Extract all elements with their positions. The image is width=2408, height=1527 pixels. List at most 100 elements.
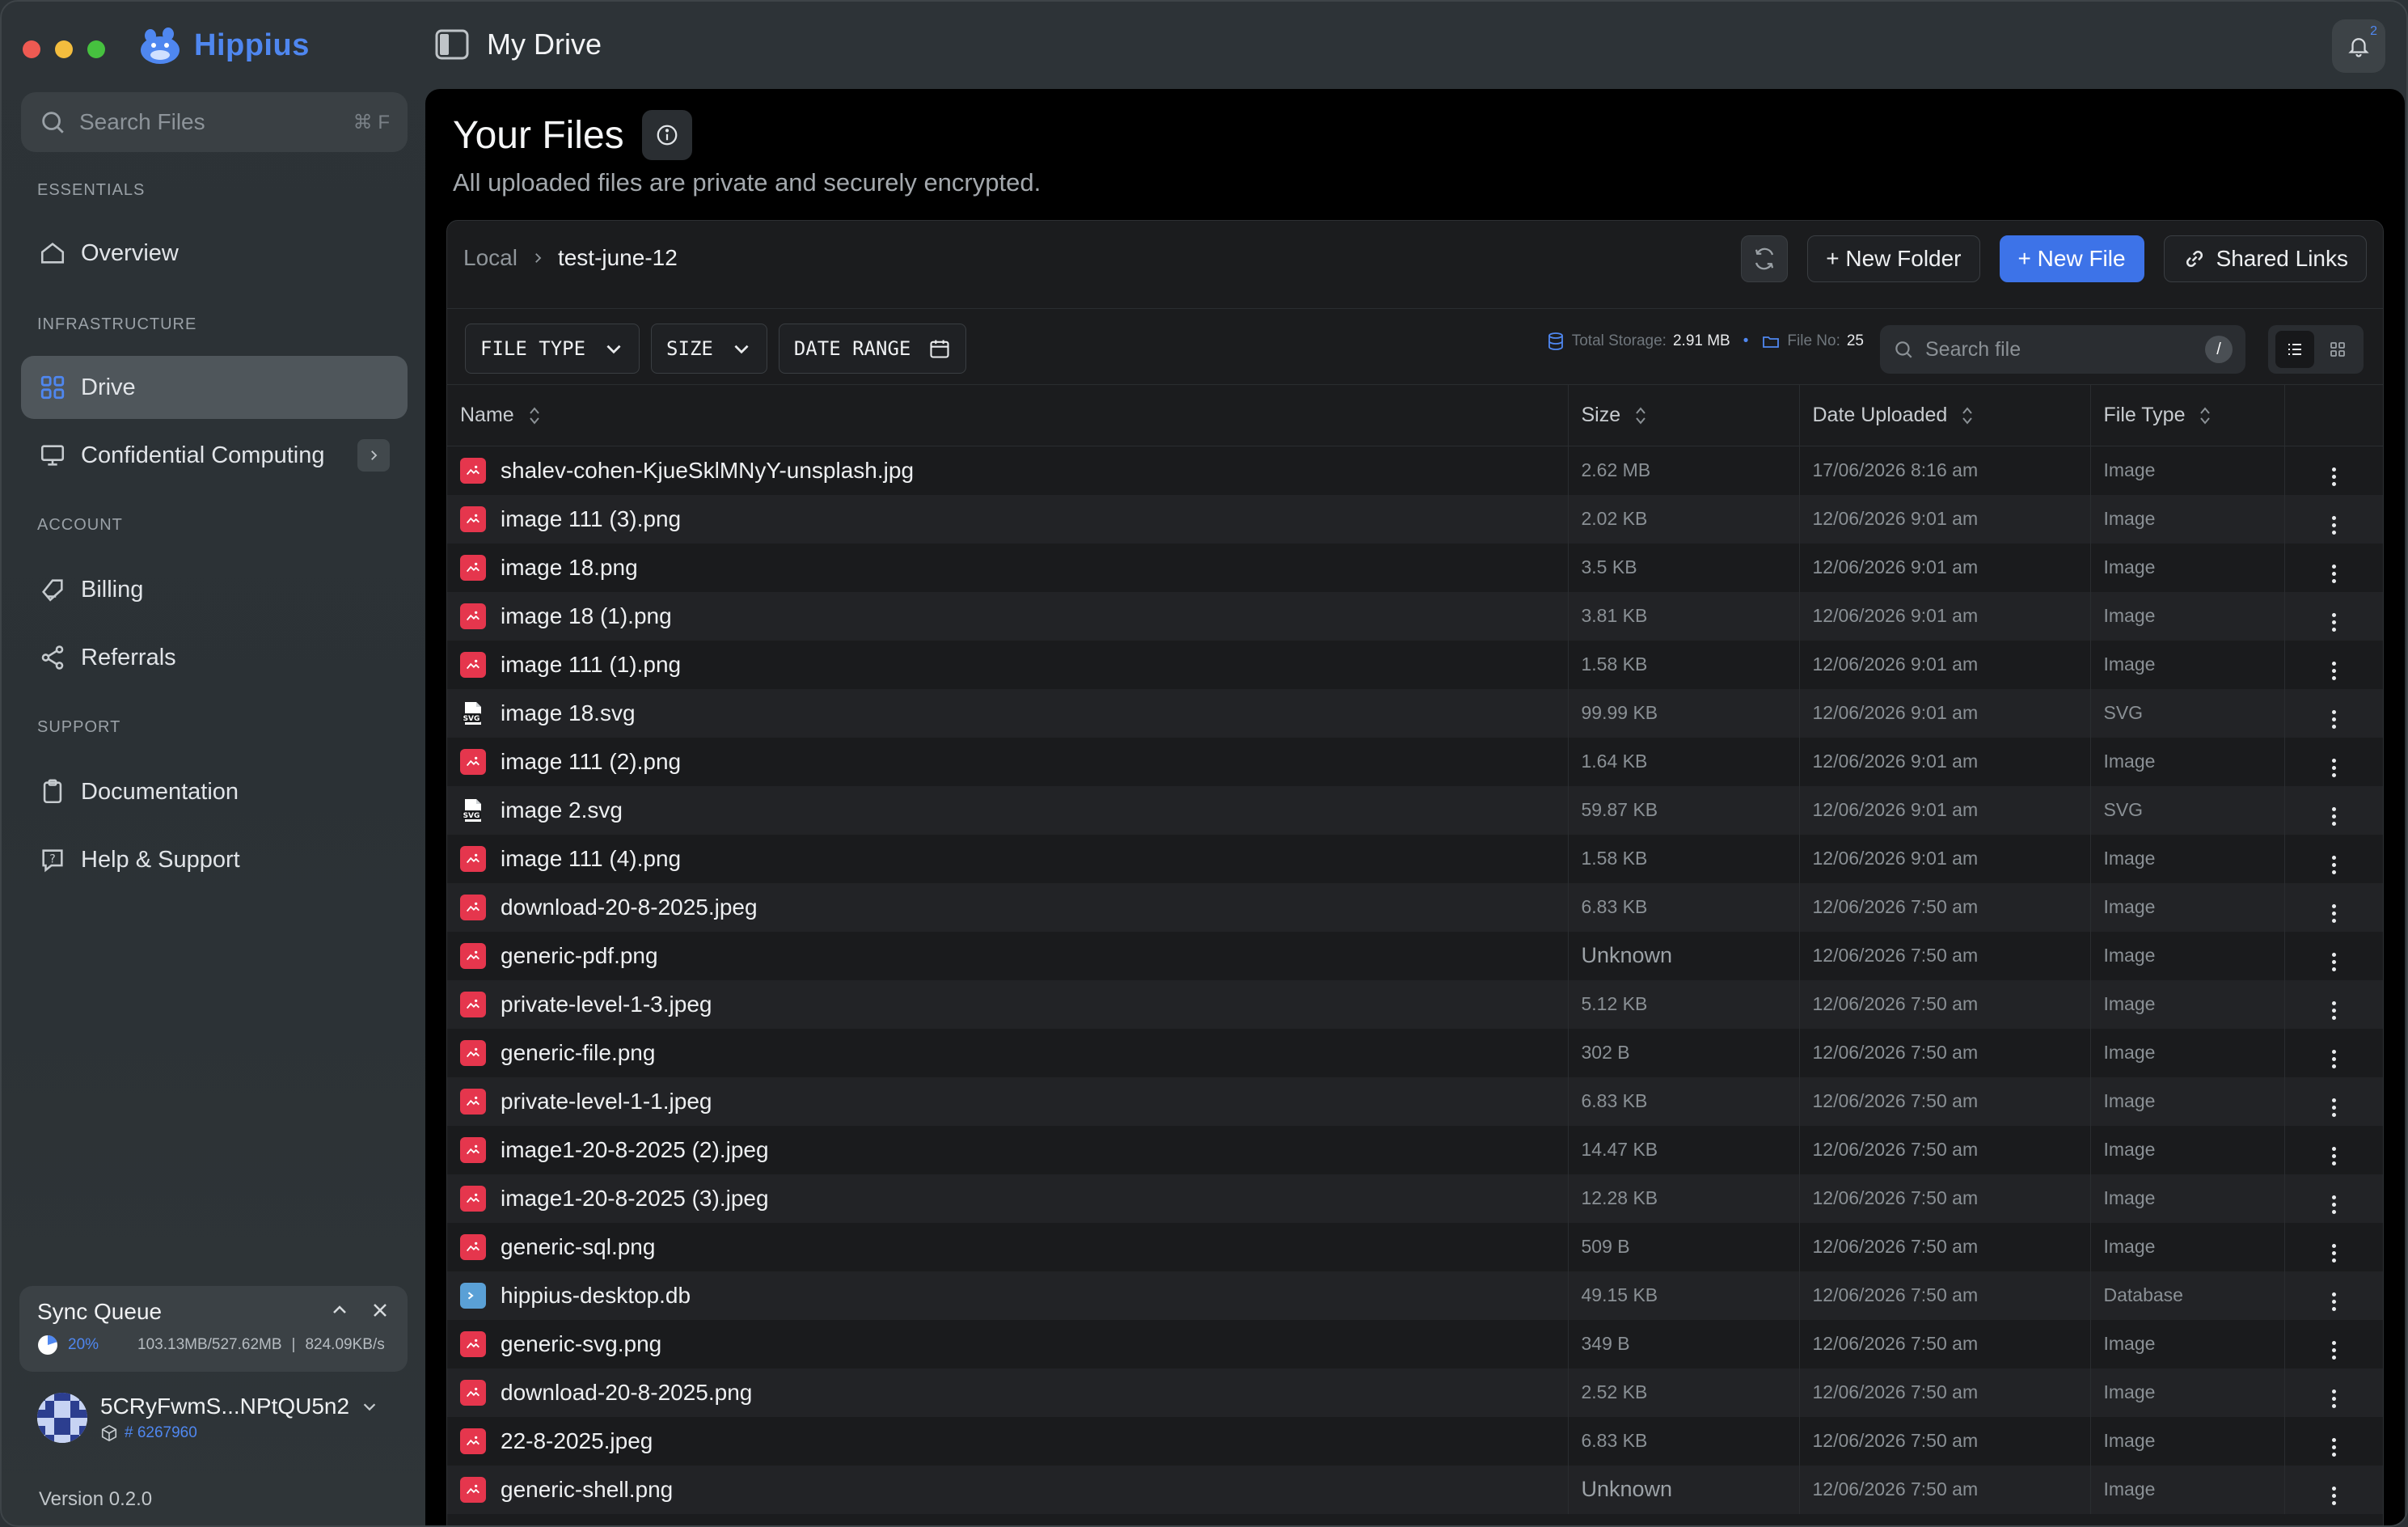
more-options-icon[interactable]: [2331, 953, 2336, 971]
file-name-cell[interactable]: generic-file.png: [447, 1028, 1569, 1077]
table-row[interactable]: image 111 (2).png 1.64 KB 12/06/2026 9:01 …: [447, 737, 2383, 786]
file-name-cell[interactable]: download-20-8-2025.jpeg: [447, 882, 1569, 932]
table-row[interactable]: image 111 (1).png 1.58 KB 12/06/2026 9:01 …: [447, 640, 2383, 689]
file-name-cell[interactable]: generic-pdf.png: [447, 931, 1569, 980]
table-row[interactable]: image1-20-8-2025 (2).jpeg 14.47 KB 12/06/2…: [447, 1125, 2383, 1174]
more-options-icon[interactable]: [2331, 1195, 2336, 1214]
minimize-window-button[interactable]: [55, 40, 73, 58]
maximize-window-button[interactable]: [87, 40, 105, 58]
brand[interactable]: Hippius: [136, 24, 310, 66]
more-options-icon[interactable]: [2331, 1001, 2336, 1020]
file-name-cell[interactable]: generic-shell.png: [447, 1465, 1569, 1514]
table-row[interactable]: image 18 (1).png 3.81 KB 12/06/2026 9:01 a…: [447, 591, 2383, 641]
sidebar-item-referrals[interactable]: Referrals: [21, 626, 408, 689]
file-name-cell[interactable]: image1-20-8-2025 (2).jpeg: [447, 1125, 1569, 1174]
table-row[interactable]: hippius-desktop.db 49.15 KB 12/06/2026 7:5…: [447, 1271, 2383, 1320]
file-name-cell[interactable]: generic-sql.png: [447, 1222, 1569, 1271]
table-row[interactable]: SVG image 2.svg 59.87 KB 12/06/2026 9:01 am…: [447, 785, 2383, 835]
new-file-button[interactable]: + New File: [1999, 235, 2144, 282]
more-options-icon[interactable]: [2331, 565, 2336, 583]
chevron-up-icon[interactable]: [330, 1301, 349, 1320]
table-row[interactable]: generic-pdf.png Unknown 12/06/2026 7:50 am…: [447, 931, 2383, 980]
breadcrumb-current-folder[interactable]: test-june-12: [558, 245, 678, 271]
file-name-cell[interactable]: image1-20-8-2025 (3).jpeg: [447, 1174, 1569, 1223]
grid-view-button[interactable]: [2318, 331, 2357, 368]
file-name-cell[interactable]: private-level-1-3.jpeg: [447, 979, 1569, 1029]
table-row[interactable]: private-level-1-1.jpeg 6.83 KB 12/06/2026 …: [447, 1077, 2383, 1126]
breadcrumb-local[interactable]: Local: [463, 245, 518, 271]
more-options-icon[interactable]: [2331, 1390, 2336, 1408]
info-button[interactable]: [642, 110, 692, 160]
table-row[interactable]: private-level-1-3.jpeg 5.12 KB 12/06/2026 …: [447, 979, 2383, 1029]
shared-links-button[interactable]: Shared Links: [2163, 235, 2367, 282]
table-row[interactable]: download-20-8-2025.png 2.52 KB 12/06/2026 …: [447, 1368, 2383, 1417]
sidebar-item-help-support[interactable]: ? Help & Support: [21, 828, 408, 891]
sidebar-item-documentation[interactable]: Documentation: [21, 760, 408, 823]
more-options-icon[interactable]: [2331, 1050, 2336, 1068]
table-row[interactable]: generic-svg.png 349 B 12/06/2026 7:50 am Im…: [447, 1319, 2383, 1368]
file-name-cell[interactable]: image 111 (4).png: [447, 834, 1569, 883]
file-name-cell[interactable]: SVG image 2.svg: [447, 785, 1569, 835]
date-range-filter[interactable]: DATE RANGE: [778, 324, 967, 374]
file-name-cell[interactable]: shalev-cohen-KjueSklMNyY-unsplash.jpg: [447, 446, 1569, 495]
file-name-cell[interactable]: image 111 (3).png: [447, 494, 1569, 544]
column-header-date-uploaded[interactable]: Date Uploaded: [1799, 384, 2091, 446]
sync-queue-panel[interactable]: Sync Queue 20% 103.13MB/527.62MB | 824.0…: [19, 1286, 408, 1372]
file-type-filter[interactable]: FILE TYPE: [465, 324, 640, 374]
sidebar-toggle-icon[interactable]: [435, 29, 469, 60]
sidebar-item-billing[interactable]: Billing: [21, 558, 408, 621]
file-name-cell[interactable]: image 18 (1).png: [447, 591, 1569, 641]
list-view-button[interactable]: [2275, 331, 2314, 368]
sync-button[interactable]: [1741, 235, 1789, 282]
table-row[interactable]: 22-8-2025.jpeg 6.83 KB 12/06/2026 7:50 am I…: [447, 1416, 2383, 1466]
more-options-icon[interactable]: [2331, 1341, 2336, 1360]
table-row[interactable]: generic-sql.png 509 B 12/06/2026 7:50 am Im…: [447, 1222, 2383, 1271]
more-options-icon[interactable]: [2331, 710, 2336, 729]
more-options-icon[interactable]: [2331, 1244, 2336, 1263]
file-search-input[interactable]: Search file /: [1880, 325, 2245, 374]
table-row[interactable]: download-20-8-2025.jpeg 6.83 KB 12/06/2026…: [447, 882, 2383, 932]
chevron-down-icon[interactable]: [361, 1398, 378, 1415]
table-row[interactable]: SVG image 18.svg 99.99 KB 12/06/2026 9:01 a…: [447, 688, 2383, 738]
close-window-button[interactable]: [23, 40, 40, 58]
table-row[interactable]: generic-shell.png Unknown 12/06/2026 7:50 …: [447, 1465, 2383, 1514]
notifications-button[interactable]: 2: [2332, 19, 2385, 73]
sidebar-item-confidential-computing[interactable]: Confidential Computing: [21, 424, 408, 487]
more-options-icon[interactable]: [2331, 1487, 2336, 1505]
more-options-icon[interactable]: [2331, 759, 2336, 777]
file-name-cell[interactable]: image 111 (1).png: [447, 640, 1569, 689]
file-name-cell[interactable]: private-level-1-1.jpeg: [447, 1077, 1569, 1126]
more-options-icon[interactable]: [2331, 1292, 2336, 1311]
table-row[interactable]: image 111 (4).png 1.58 KB 12/06/2026 9:01 …: [447, 834, 2383, 883]
size-filter[interactable]: SIZE: [651, 324, 767, 374]
user-account-switcher[interactable]: 5CRyFwmS...NPtQU5n2 # 6267960: [37, 1393, 378, 1443]
file-name-cell[interactable]: generic-svg.png: [447, 1319, 1569, 1368]
more-options-icon[interactable]: [2331, 516, 2336, 535]
more-options-icon[interactable]: [2331, 904, 2336, 923]
more-options-icon[interactable]: [2331, 613, 2336, 632]
more-options-icon[interactable]: [2331, 1147, 2336, 1165]
column-header-name[interactable]: Name: [447, 384, 1569, 446]
table-row[interactable]: image 111 (3).png 2.02 KB 12/06/2026 9:01 …: [447, 494, 2383, 544]
search-files-input[interactable]: Search Files ⌘ F: [21, 92, 408, 152]
more-options-icon[interactable]: [2331, 1098, 2336, 1117]
table-row[interactable]: image1-20-8-2025 (3).jpeg 12.28 KB 12/06/2…: [447, 1174, 2383, 1223]
file-name-cell[interactable]: download-20-8-2025.png: [447, 1368, 1569, 1417]
sidebar-item-drive[interactable]: Drive: [21, 356, 408, 419]
column-header-size[interactable]: Size: [1568, 384, 1800, 446]
more-options-icon[interactable]: [2331, 807, 2336, 826]
column-header-file-type[interactable]: File Type: [2090, 384, 2285, 446]
more-options-icon[interactable]: [2331, 662, 2336, 680]
more-options-icon[interactable]: [2331, 1438, 2336, 1457]
table-row[interactable]: image 18.png 3.5 KB 12/06/2026 9:01 am Imag…: [447, 543, 2383, 592]
file-name-cell[interactable]: hippius-desktop.db: [447, 1271, 1569, 1320]
chevron-right-icon[interactable]: [357, 439, 390, 472]
sidebar-item-overview[interactable]: Overview: [21, 222, 408, 285]
table-row[interactable]: shalev-cohen-KjueSklMNyY-unsplash.jpg 2.6…: [447, 446, 2383, 495]
file-name-cell[interactable]: SVG image 18.svg: [447, 688, 1569, 738]
file-name-cell[interactable]: 22-8-2025.jpeg: [447, 1416, 1569, 1466]
file-name-cell[interactable]: image 18.png: [447, 543, 1569, 592]
more-options-icon[interactable]: [2331, 467, 2336, 487]
table-row[interactable]: generic-file.png 302 B 12/06/2026 7:50 am I…: [447, 1028, 2383, 1077]
close-icon[interactable]: [370, 1301, 390, 1320]
